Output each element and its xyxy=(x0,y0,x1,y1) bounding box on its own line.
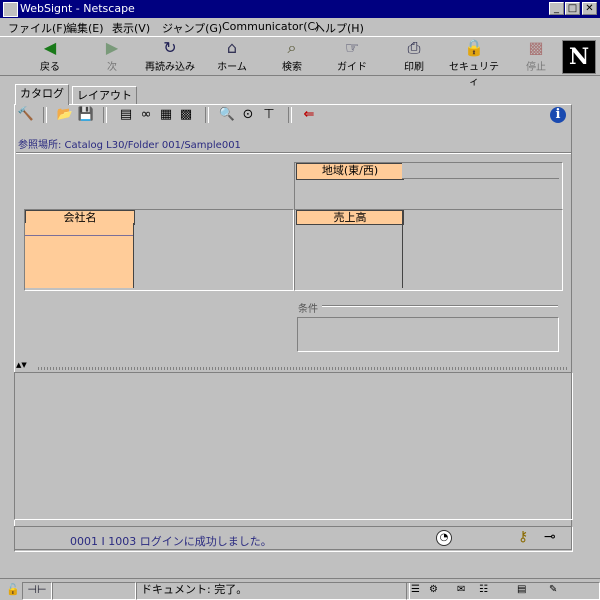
window-title-bar: WebSignt - Netscape _ □ ✕ xyxy=(0,0,600,18)
region-column-header[interactable]: 地域(東/西) xyxy=(296,163,404,180)
component-composer-icon[interactable]: ▤ xyxy=(517,583,526,597)
menu-bar: ファイル(F) 編集(E) 表示(V) ジャンプ(G) Communicator… xyxy=(0,18,600,36)
minimize-button[interactable]: _ xyxy=(549,2,564,15)
app-icon xyxy=(3,2,18,17)
forward-button[interactable]: ▶ 次 xyxy=(84,39,140,75)
browser-status-bar: 🔓 ⊣⊢ ドキュメント: 完了。 ☰ ⚙ ✉ ☷ ▤ ✎ xyxy=(0,578,600,600)
document-status: ドキュメント: 完了。 xyxy=(136,582,410,600)
company-values-column xyxy=(25,223,134,288)
toolbar-separator xyxy=(103,107,107,123)
component-groups-icon[interactable]: ☷ xyxy=(479,583,488,597)
menu-communicator[interactable]: Communicator(C) xyxy=(222,20,319,33)
pin-icon[interactable]: ⊤ xyxy=(260,106,278,124)
print-button[interactable]: ⎙ 印刷 xyxy=(386,39,442,75)
progress-cell xyxy=(52,582,136,600)
connection-icon: ⊣⊢ xyxy=(22,582,52,600)
navigation-toolbar: ◀ 戻る ▶ 次 ↻ 再読み込み ⌂ ホーム ⌕ 検索 ☞ ガイド ⎙ 印刷 🔒… xyxy=(0,36,600,89)
menu-file[interactable]: ファイル(F) xyxy=(8,20,67,36)
data-column-divider xyxy=(402,210,403,288)
drill-icon[interactable]: ⊙ xyxy=(239,106,257,124)
save-icon[interactable]: 💾 xyxy=(77,106,95,124)
security-button[interactable]: 🔒 セキュリティ xyxy=(446,38,502,89)
stop-icon: ▩ xyxy=(528,38,544,57)
binoculars-icon[interactable]: ∞ xyxy=(137,106,155,124)
close-button[interactable]: ✕ xyxy=(582,2,597,15)
condition-drop-area[interactable] xyxy=(297,317,559,352)
plug-icon: ⊸ xyxy=(544,529,556,545)
login-status-message: 0001 I 1003 ログインに成功しました。 xyxy=(70,535,272,548)
menu-edit[interactable]: 編集(E) xyxy=(66,20,104,36)
move-back-icon[interactable]: ⇐ xyxy=(300,106,318,124)
sales-data-header[interactable]: 売上高 xyxy=(296,210,404,225)
key-icon: ⚷ xyxy=(518,529,529,545)
maximize-button[interactable]: □ xyxy=(565,2,580,15)
search-button[interactable]: ⌕ 検索 xyxy=(264,39,320,75)
info-icon[interactable]: i xyxy=(550,107,566,123)
company-row-line xyxy=(25,235,133,236)
search-icon: ⌕ xyxy=(287,38,297,57)
component-edit-icon[interactable]: ✎ xyxy=(549,583,557,597)
toolbar-separator xyxy=(205,107,209,123)
security-lock-icon: 🔒 xyxy=(464,38,484,57)
home-button[interactable]: ⌂ ホーム xyxy=(204,39,260,75)
lower-pane xyxy=(14,372,573,520)
reference-path: 参照場所: Catalog L30/Folder 001/Sample001 xyxy=(18,140,241,151)
component-mail-icon[interactable]: ✉ xyxy=(457,583,465,597)
back-button[interactable]: ◀ 戻る xyxy=(22,39,78,75)
report-icon[interactable]: ▤ xyxy=(117,106,135,124)
zoom-icon[interactable]: 🔍 xyxy=(218,106,236,124)
menu-help[interactable]: ヘルプ(H) xyxy=(314,20,364,36)
chart-grid-icon[interactable]: ▩ xyxy=(177,106,195,124)
back-arrow-icon: ◀ xyxy=(43,38,57,57)
splitter-grip xyxy=(38,367,568,370)
window-title: WebSignt - Netscape xyxy=(20,2,135,15)
component-list-icon[interactable]: ☰ xyxy=(411,583,420,597)
guide-button[interactable]: ☞ ガイド xyxy=(324,39,380,75)
reload-icon: ↻ xyxy=(163,38,177,57)
menu-jump[interactable]: ジャンプ(G) xyxy=(162,20,222,36)
toolbar-separator xyxy=(288,107,292,123)
forward-arrow-icon: ▶ xyxy=(105,38,119,57)
guide-icon: ☞ xyxy=(344,38,360,57)
gauge-icon: ◔ xyxy=(436,530,452,546)
hammer-icon[interactable]: 🔨 xyxy=(17,106,35,124)
security-icon[interactable]: 🔓 xyxy=(4,583,22,597)
pane-splitter[interactable]: ▲▼ xyxy=(16,361,570,372)
reload-button[interactable]: ↻ 再読み込み xyxy=(142,39,198,75)
netscape-logo[interactable]: N xyxy=(562,40,596,74)
condition-label: 条件 xyxy=(298,304,318,315)
home-icon: ⌂ xyxy=(226,38,238,57)
stop-button[interactable]: ▩ 停止 xyxy=(508,39,564,75)
tab-layout[interactable]: レイアウト xyxy=(72,86,137,105)
component-bar: ☰ ⚙ ✉ ☷ ▤ ✎ xyxy=(406,582,600,600)
toolbar-separator xyxy=(43,107,47,123)
component-navigator-icon[interactable]: ⚙ xyxy=(429,583,438,597)
divider xyxy=(16,152,571,154)
tab-catalog[interactable]: カタログ xyxy=(15,84,69,105)
menu-view[interactable]: 表示(V) xyxy=(112,20,150,36)
grid-icon[interactable]: ▦ xyxy=(157,106,175,124)
open-folder-icon[interactable]: 📂 xyxy=(56,106,74,124)
print-icon: ⎙ xyxy=(407,38,421,57)
region-header-filler xyxy=(402,163,559,179)
splitter-arrows-icon[interactable]: ▲▼ xyxy=(16,361,27,369)
condition-divider xyxy=(322,305,558,307)
